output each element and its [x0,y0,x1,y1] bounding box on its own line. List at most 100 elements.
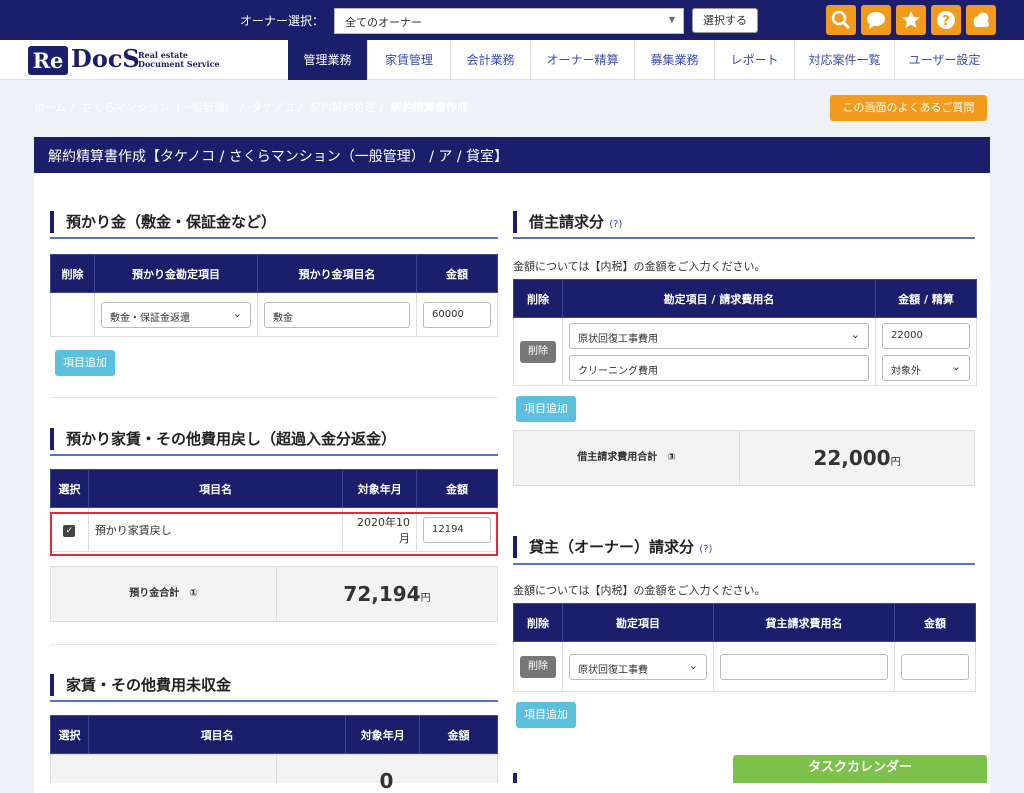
page-title: 解約精算書作成【タケノコ / さくらマンション（一般管理） / ア / 貸室】 [34,137,990,173]
tenant-claim-settle-select[interactable]: 対象外 ⌄ [882,354,970,381]
owner-claim-section-title: 貸主（オーナー）請求分 (?) [513,536,975,558]
faq-button[interactable]: この画面のよくあるご質問 [830,95,987,121]
deposit-add-button[interactable]: 項目追加 [55,350,115,376]
star-icon[interactable] [896,5,926,35]
tenant-claim-section-title: 借主請求分 (?) [513,211,975,233]
owner-select[interactable]: 全てのオーナー ▼ [334,8,684,34]
deposit-title-underline [50,237,498,239]
tenant-claim-total-box: 借主請求費用合計 ③ 22,000円 [513,430,975,486]
tenant-claim-total-label: 借主請求費用合計 ③ [577,452,676,463]
owner-claim-amount-input[interactable] [901,653,969,680]
tenant-claim-amount-input[interactable]: 22000 [882,322,970,349]
chevron-down-icon: ▼ [668,15,675,24]
unpaid-total-value: 0 [379,769,394,793]
breadcrumb: ホーム / さくらマンション（一般管理） / タケノコ / 契約解約処理 / 解約精算書… [34,101,468,114]
search-icon[interactable] [826,5,856,35]
tab-yachin[interactable]: 家賃管理 [367,40,450,80]
breadcrumb-current: 解約精算書作成 [390,101,468,114]
unpaid-col-amount: 金額 [419,715,498,754]
owner-claim-add-button[interactable]: 項目追加 [516,702,576,728]
deposit-total-label: 預り金合計 ① [129,588,198,599]
rent-return-title-underline [50,454,498,456]
divider [50,644,498,645]
unpaid-total-box: 0 [50,754,498,791]
logo-re[interactable]: Re [28,46,68,75]
tenant-claim-help-link[interactable]: (?) [609,219,622,230]
deposit-table: 削除 預かり金勘定項目 預かり金項目名 金額 敷金・保証金返還 ⌄ 敷金 6000… [50,254,498,337]
owner-claim-col-amount: 金額 [894,603,976,642]
deposit-section-title: 預かり金（敷金・保証金など） [50,211,498,233]
tab-boshu[interactable]: 募集業務 [634,40,714,80]
tenant-claim-name-input[interactable]: クリーニング費用 [569,354,869,381]
select-owner-button[interactable]: 選択する [692,8,758,33]
logo-docs[interactable]: DocS [71,44,140,73]
breadcrumb-contract[interactable]: 契約解約処理 [310,101,376,114]
chevron-down-icon: ⌄ [850,327,860,341]
owner-claim-delete-button[interactable]: 削除 [520,655,556,678]
unpaid-section-title: 家賃・その他費用未収金 [50,674,498,696]
svg-text:?: ? [942,14,950,29]
owner-claim-col-delete: 削除 [513,603,563,642]
tenant-claim-note: 金額については【内税】の金額をご入力ください。 [513,260,766,273]
divider [50,397,498,398]
tenant-claim-col-amount: 金額 / 精算 [875,279,977,318]
deposit-total-value: 72,194 [343,582,421,606]
tenant-claim-add-button[interactable]: 項目追加 [516,396,576,422]
owner-claim-title-underline [513,563,975,565]
deposit-delete-cell [50,292,95,337]
owner-select-value: 全てのオーナー [345,16,422,29]
cloud-icon[interactable] [966,5,996,35]
rent-return-section-title: 預かり家賃・その他費用戻し（超過入金分返金） [50,428,498,450]
tenant-claim-total-value: 22,000 [813,446,891,470]
deposit-name-input[interactable]: 敷金 [264,301,410,328]
owner-select-label: オーナー選択： [240,14,325,28]
unpaid-title-underline [50,700,498,702]
tab-user-settings[interactable]: ユーザー設定 [894,40,994,80]
tab-taiou[interactable]: 対応案件一覧 [794,40,894,80]
rent-return-col-name: 項目名 [87,469,344,508]
deposit-item-select[interactable]: 敷金・保証金返還 ⌄ [101,301,251,328]
table-row: 削除 原状回復工事費用 ⌄ クリーニング費用 22000 対象外 ⌄ [513,317,977,386]
tenant-claim-title-underline [513,237,975,239]
next-section-marker [513,773,517,783]
deposit-col-name: 預かり金項目名 [257,254,417,293]
deposit-total-box: 預り金合計 ① 72,194円 [50,566,498,622]
logo-subtitle: Real estate Document Service [138,50,220,69]
rent-return-col-amount: 金額 [415,469,499,508]
tenant-claim-total-unit: 円 [890,457,901,468]
deposit-amount-input[interactable]: 60000 [423,301,491,328]
deposit-col-amount: 金額 [416,254,498,293]
unpaid-col-month: 対象年月 [345,715,421,754]
tenant-claim-col-item: 勘定項目 / 請求費用名 [562,279,876,318]
owner-claim-item-select[interactable]: 原状回復工事費 ⌄ [569,653,707,680]
task-calendar-button[interactable]: タスクカレンダー [733,755,987,783]
tab-owner-seisan[interactable]: オーナー精算 [530,40,634,80]
chevron-down-icon: ⌄ [232,306,242,320]
breadcrumb-home[interactable]: ホーム [34,101,67,114]
rent-return-col-month: 対象年月 [342,469,417,508]
owner-claim-col-item: 勘定項目 [562,603,714,642]
tenant-claim-col-delete: 削除 [513,279,563,318]
breadcrumb-property[interactable]: さくらマンション（一般管理） [82,101,236,114]
chat-icon[interactable] [861,5,891,35]
breadcrumb-tenant[interactable]: タケノコ [251,101,294,114]
help-icon[interactable]: ? [931,5,961,35]
deposit-col-item: 預かり金勘定項目 [94,254,258,293]
tab-kaikei[interactable]: 会計業務 [450,40,530,80]
tenant-claim-delete-button[interactable]: 削除 [520,340,556,363]
chevron-down-icon: ⌄ [688,658,698,672]
unpaid-col-select: 選択 [50,715,89,754]
tenant-claim-item-select[interactable]: 原状回復工事費用 ⌄ [569,322,869,349]
owner-claim-name-input[interactable] [720,653,888,680]
owner-claim-table: 削除 勘定項目 貸主請求費用名 金額 削除 原状回復工事費 ⌄ [513,603,976,692]
unpaid-col-name: 項目名 [87,715,347,754]
table-row: 敷金・保証金返還 ⌄ 敷金 60000 [50,292,498,337]
deposit-total-unit: 円 [420,593,431,604]
tenant-claim-table: 削除 勘定項目 / 請求費用名 金額 / 精算 削除 原状回復工事費用 ⌄ クリー… [513,279,977,386]
deposit-col-delete: 削除 [50,254,95,293]
owner-claim-note: 金額については【内税】の金額をご入力ください。 [513,584,766,597]
unpaid-table: 選択 項目名 対象年月 金額 [50,715,498,754]
tab-report[interactable]: レポート [714,40,794,80]
tab-kanri[interactable]: 管理業務 [288,40,367,80]
owner-claim-help-link[interactable]: (?) [699,544,712,555]
